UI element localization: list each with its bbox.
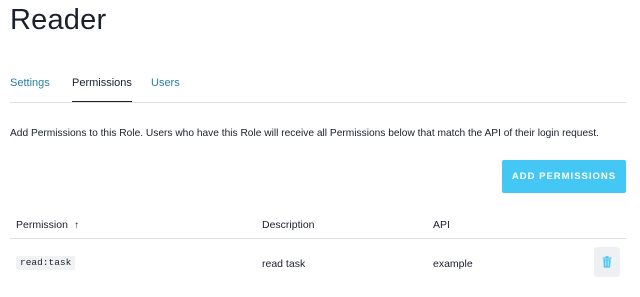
sort-ascending-icon: ↑ xyxy=(73,220,79,231)
tab-settings[interactable]: Settings xyxy=(10,77,50,101)
table-header: Permission ↑ Description API xyxy=(10,211,626,239)
column-header-api: API xyxy=(433,219,450,231)
page-title: Reader xyxy=(10,4,107,36)
column-header-description: Description xyxy=(262,219,315,231)
role-page: Reader Settings Permissions Users Add Pe… xyxy=(0,0,640,297)
permission-name: read:task xyxy=(16,256,76,270)
permission-description: read task xyxy=(262,258,306,270)
column-header-permission[interactable]: Permission ↑ xyxy=(16,219,79,231)
permission-api: example xyxy=(433,258,473,270)
permissions-description: Add Permissions to this Role. Users who … xyxy=(10,128,599,139)
delete-permission-button[interactable] xyxy=(594,247,620,277)
trash-icon xyxy=(602,256,612,268)
add-permissions-button[interactable]: ADD PERMISSIONS xyxy=(502,160,626,193)
tab-bar: Settings Permissions Users xyxy=(10,77,626,103)
tab-permissions[interactable]: Permissions xyxy=(72,77,132,102)
column-header-permission-label: Permission xyxy=(16,219,68,231)
tab-users[interactable]: Users xyxy=(151,77,180,101)
table-row: read:task read task example xyxy=(10,239,626,289)
